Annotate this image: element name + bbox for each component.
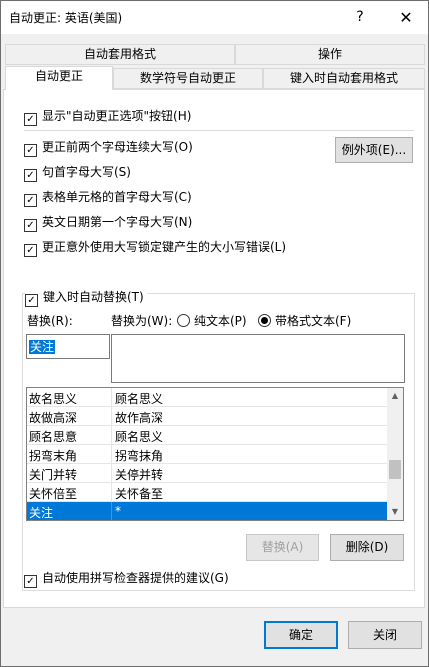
separator (24, 130, 414, 131)
plain-text-label: 纯文本(P) (194, 314, 247, 328)
title-bar: 自动更正: 英语(美国) ? ✕ (1, 1, 428, 34)
scroll-thumb[interactable] (389, 460, 401, 479)
entry-to: 顾名思义 (115, 392, 164, 406)
replace-with-input[interactable] (111, 334, 405, 383)
two-caps-checkbox[interactable]: ✓ (24, 144, 37, 157)
entry-to: 故作高深 (115, 411, 164, 425)
plain-text-radio[interactable] (177, 314, 190, 327)
tab-autocorrect[interactable]: 自动更正 (5, 66, 113, 90)
tab-autoformat[interactable]: 自动套用格式 (5, 44, 235, 65)
list-item[interactable]: 顾名思意 顾名思义 (27, 426, 387, 445)
show-buttons-checkbox[interactable]: ✓ (24, 113, 37, 126)
sentence-cap-label: 句首字母大写(S) (42, 165, 131, 179)
entry-to: 顾名思义 (115, 430, 164, 444)
autocorrect-dialog: 自动更正: 英语(美国) ? ✕ 自动套用格式 操作 数学符号自动更正 键入时自… (0, 0, 429, 667)
entry-from: 关注 (29, 506, 54, 520)
column-divider (111, 445, 112, 464)
tab-actions[interactable]: 操作 (235, 44, 425, 65)
ok-button[interactable]: 确定 (264, 621, 338, 649)
tab-autoformat-as-you-type[interactable]: 键入时自动套用格式 (263, 68, 425, 89)
formatted-text-label: 带格式文本(F) (275, 314, 352, 328)
table-cell-cap-option[interactable]: ✓ 表格单元格的首字母大写(C) (24, 188, 192, 207)
replace-as-type-label: 键入时自动替换(T) (43, 290, 144, 304)
two-caps-label: 更正前两个字母连续大写(O) (42, 140, 193, 154)
formatted-text-option[interactable]: 带格式文本(F) (258, 312, 351, 329)
spell-suggest-option[interactable]: ✓ 自动使用拼写检查器提供的建议(G) (24, 569, 229, 588)
entry-to: * (115, 504, 121, 518)
spell-suggest-checkbox[interactable]: ✓ (24, 575, 37, 588)
column-divider (111, 502, 112, 520)
replace-as-type-checkbox[interactable]: ✓ (25, 294, 38, 307)
tab-math-autocorrect[interactable]: 数学符号自动更正 (113, 68, 263, 89)
close-button[interactable]: 关闭 (348, 621, 422, 649)
replace-input-value: 关注 (29, 340, 56, 354)
entry-from: 顾名思意 (29, 430, 78, 444)
list-item-selected[interactable]: 关注 * (27, 502, 387, 520)
table-cell-cap-checkbox[interactable]: ✓ (24, 194, 37, 207)
list-item[interactable]: 故名思义 顾名思义 (27, 388, 387, 407)
caps-lock-option[interactable]: ✓ 更正意外使用大写锁定键产生的大小写错误(L) (24, 238, 287, 257)
two-caps-option[interactable]: ✓ 更正前两个字母连续大写(O) (24, 138, 193, 157)
column-divider (111, 483, 112, 502)
caps-lock-label: 更正意外使用大写锁定键产生的大小写错误(L) (42, 240, 287, 254)
entry-from: 关怀倍至 (29, 487, 78, 501)
day-names-label: 英文日期第一个字母大写(N) (42, 215, 193, 229)
column-divider (111, 407, 112, 426)
replace-input[interactable]: 关注 (26, 334, 110, 359)
scroll-down-icon[interactable]: ▼ (387, 504, 403, 520)
help-button[interactable]: ? (338, 1, 382, 34)
replace-button[interactable]: 替换(A) (246, 534, 319, 561)
plain-text-option[interactable]: 纯文本(P) (177, 312, 247, 329)
column-divider (111, 426, 112, 445)
list-item[interactable]: 关怀倍至 关怀备至 (27, 483, 387, 502)
column-divider (111, 464, 112, 483)
list-item[interactable]: 故做高深 故作高深 (27, 407, 387, 426)
formatted-text-radio[interactable] (258, 314, 271, 327)
list-item[interactable]: 关门并转 关停并转 (27, 464, 387, 483)
sentence-cap-checkbox[interactable]: ✓ (24, 169, 37, 182)
autocorrect-entries-list[interactable]: 故名思义 顾名思义 故做高深 故作高深 顾名思意 顾名思义 拐弯末角 拐弯抹角 关门并转… (26, 387, 404, 521)
entry-from: 故名思义 (29, 392, 78, 406)
show-buttons-label: 显示"自动更正选项"按钮(H) (42, 109, 192, 123)
entry-from: 关门并转 (29, 468, 78, 482)
scroll-up-icon[interactable]: ▲ (387, 388, 403, 404)
replace-label: 替换(R): (27, 314, 73, 328)
list-scrollbar[interactable]: ▲ ▼ (387, 388, 403, 520)
exceptions-button[interactable]: 例外项(E)... (335, 137, 413, 163)
show-buttons-option[interactable]: ✓ 显示"自动更正选项"按钮(H) (24, 107, 192, 126)
column-divider (111, 388, 112, 407)
caps-lock-checkbox[interactable]: ✓ (24, 244, 37, 257)
entry-to: 关怀备至 (115, 487, 164, 501)
list-item[interactable]: 拐弯末角 拐弯抹角 (27, 445, 387, 464)
day-names-checkbox[interactable]: ✓ (24, 219, 37, 232)
close-icon[interactable]: ✕ (384, 1, 428, 34)
window-title: 自动更正: 英语(美国) (9, 11, 123, 25)
replace-as-type-option[interactable]: ✓ 键入时自动替换(T) (25, 288, 147, 307)
sentence-cap-option[interactable]: ✓ 句首字母大写(S) (24, 163, 131, 182)
replace-with-label: 替换为(W): (111, 314, 173, 328)
day-names-option[interactable]: ✓ 英文日期第一个字母大写(N) (24, 213, 193, 232)
entry-from: 拐弯末角 (29, 449, 78, 463)
table-cell-cap-label: 表格单元格的首字母大写(C) (42, 190, 192, 204)
entry-from: 故做高深 (29, 411, 78, 425)
entry-to: 拐弯抹角 (115, 449, 164, 463)
spell-suggest-label: 自动使用拼写检查器提供的建议(G) (42, 571, 229, 585)
entry-to: 关停并转 (115, 468, 164, 482)
delete-button[interactable]: 删除(D) (330, 534, 404, 561)
